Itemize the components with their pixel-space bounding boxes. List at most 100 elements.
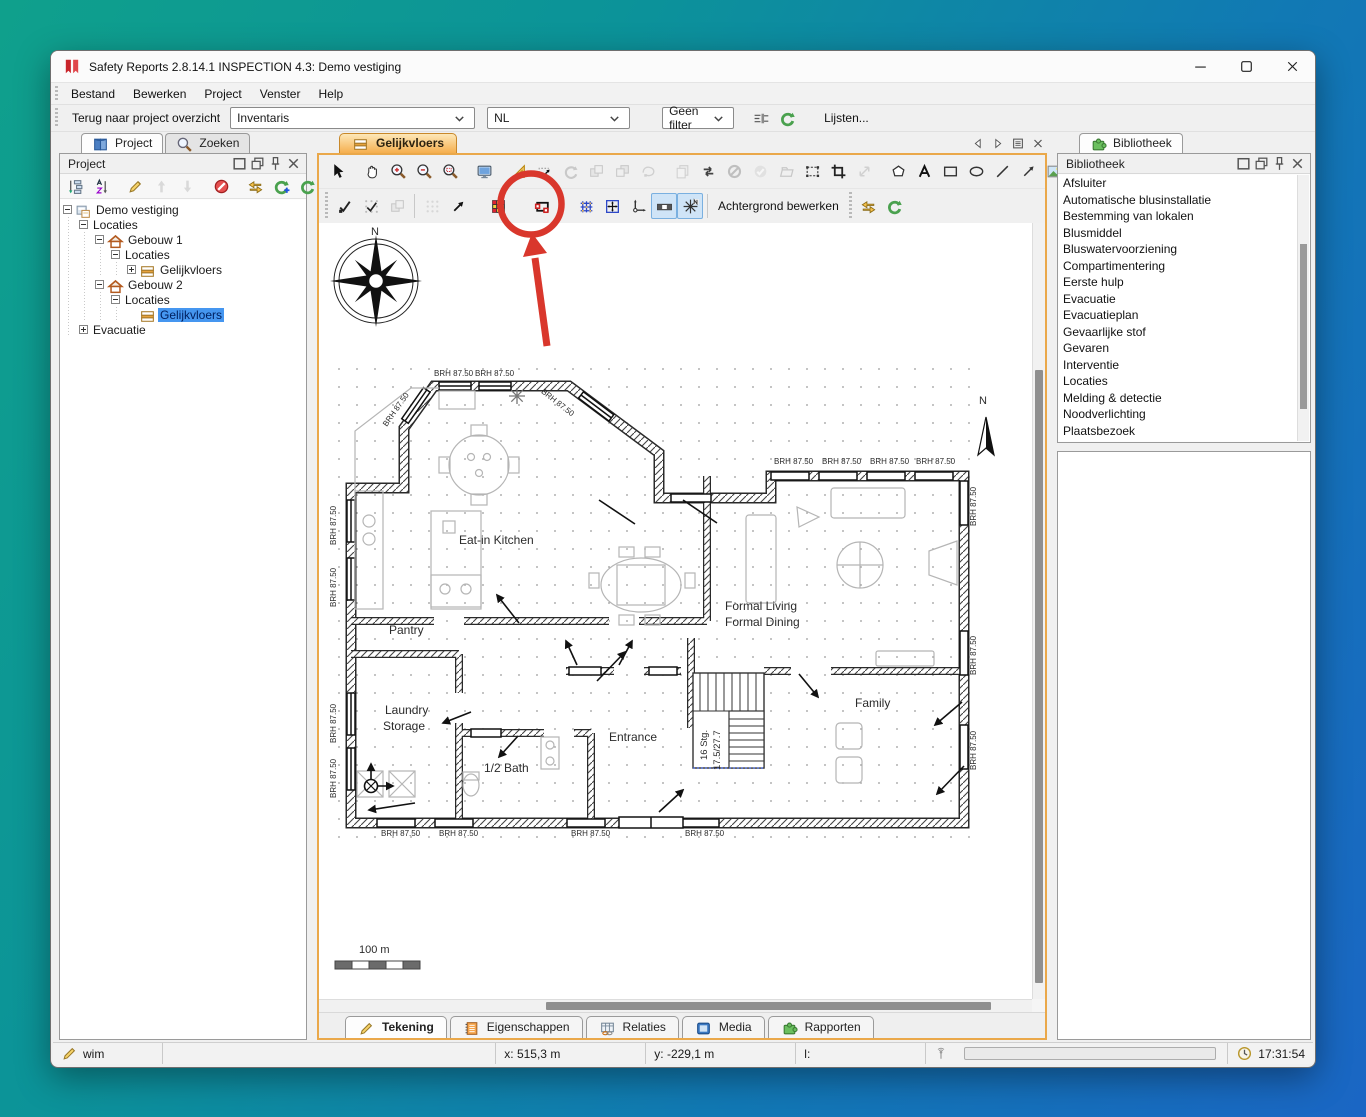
collapse-icon[interactable] bbox=[111, 295, 120, 304]
fit-frame-icon[interactable] bbox=[599, 193, 625, 219]
minimize-button[interactable] bbox=[1177, 51, 1223, 82]
tree-item-locaties[interactable]: Locaties bbox=[123, 248, 172, 262]
menu-bestand[interactable]: Bestand bbox=[62, 85, 124, 103]
library-item[interactable]: Gevaren bbox=[1059, 340, 1309, 357]
tree-row[interactable]: Gelijkvloers bbox=[60, 307, 306, 322]
library-item[interactable]: Afsluiter bbox=[1059, 175, 1309, 192]
tab-gelijkvloers[interactable]: Gelijkvloers bbox=[339, 133, 457, 153]
sort-alpha-icon[interactable] bbox=[88, 173, 114, 199]
filter-connector-icon[interactable] bbox=[748, 105, 774, 131]
draw-arrow-icon[interactable] bbox=[1015, 159, 1041, 185]
snap-check-icon[interactable] bbox=[332, 193, 358, 219]
tree-item-demo-vestiging[interactable]: Demo vestiging bbox=[94, 203, 181, 217]
library-item[interactable]: Eerste hulp bbox=[1059, 274, 1309, 291]
collapse-icon[interactable] bbox=[111, 250, 120, 259]
tree-item-locaties[interactable]: Locaties bbox=[123, 293, 172, 307]
zoom-area-icon[interactable] bbox=[437, 159, 463, 185]
expand-icon[interactable] bbox=[79, 325, 88, 334]
menu-bewerken[interactable]: Bewerken bbox=[124, 85, 195, 103]
tree-item-locaties[interactable]: Locaties bbox=[91, 218, 140, 232]
library-item[interactable]: Compartimentering bbox=[1059, 258, 1309, 275]
lists-button[interactable]: Lijsten... bbox=[814, 108, 879, 128]
refresh-plus-icon[interactable] bbox=[268, 173, 294, 199]
library-item[interactable]: Locaties bbox=[1059, 373, 1309, 390]
swap-arrows-icon[interactable] bbox=[242, 173, 268, 199]
set-square-icon[interactable] bbox=[505, 159, 531, 185]
sort-structure-icon[interactable] bbox=[62, 173, 88, 199]
collapse-icon[interactable] bbox=[79, 220, 88, 229]
block-icon[interactable] bbox=[208, 173, 234, 199]
tree-item-gelijkvloers[interactable]: Gelijkvloers bbox=[158, 263, 224, 277]
horizontal-scroll-thumb[interactable] bbox=[546, 1002, 991, 1010]
library-item[interactable]: Automatische blusinstallatie bbox=[1059, 192, 1309, 209]
panel-float-icon[interactable] bbox=[248, 156, 266, 172]
panel-pin-icon[interactable] bbox=[1270, 156, 1288, 172]
draw-ellipse-icon[interactable] bbox=[963, 159, 989, 185]
monitor-icon[interactable] bbox=[471, 159, 497, 185]
swap-arrows-icon[interactable] bbox=[856, 193, 882, 219]
move-points-icon[interactable] bbox=[531, 159, 557, 185]
refresh-icon[interactable] bbox=[774, 105, 800, 131]
language-select[interactable]: NL bbox=[487, 107, 630, 129]
refresh-icon[interactable] bbox=[882, 193, 908, 219]
hand-icon[interactable] bbox=[359, 159, 385, 185]
north-star-icon[interactable] bbox=[677, 193, 703, 219]
zoom-in-icon[interactable] bbox=[385, 159, 411, 185]
background-edit-button[interactable]: Achtergrond bewerken bbox=[712, 199, 845, 213]
rename-icon[interactable] bbox=[122, 173, 148, 199]
cursor-icon[interactable] bbox=[325, 159, 351, 185]
vertical-scroll-thumb[interactable] bbox=[1035, 370, 1043, 983]
loop-icon[interactable] bbox=[695, 159, 721, 185]
horizontal-scrollbar[interactable] bbox=[319, 999, 1032, 1012]
library-item[interactable]: Noodverlichting bbox=[1059, 406, 1309, 423]
tab-prev-icon[interactable] bbox=[971, 136, 985, 150]
panel-close-icon[interactable] bbox=[1288, 156, 1306, 172]
tree-item-evacuatie[interactable]: Evacuatie bbox=[91, 323, 148, 337]
back-to-project-button[interactable]: Terug naar project overzicht bbox=[62, 108, 230, 128]
tree-item-gelijkvloers[interactable]: Gelijkvloers bbox=[158, 308, 224, 322]
tab-rapporten[interactable]: Rapporten bbox=[768, 1016, 874, 1038]
tab-bibliotheek[interactable]: Bibliotheek bbox=[1079, 133, 1183, 153]
menu-help[interactable]: Help bbox=[309, 85, 352, 103]
menu-venster[interactable]: Venster bbox=[251, 85, 310, 103]
library-item[interactable]: Blusmiddel bbox=[1059, 225, 1309, 242]
library-item[interactable]: Melding & detectie bbox=[1059, 390, 1309, 407]
library-scrollbar[interactable] bbox=[1297, 175, 1309, 441]
crop-icon[interactable] bbox=[825, 159, 851, 185]
tab-next-icon[interactable] bbox=[991, 136, 1005, 150]
menu-project[interactable]: Project bbox=[195, 85, 250, 103]
draw-rect-icon[interactable] bbox=[937, 159, 963, 185]
tab-project[interactable]: Project bbox=[81, 133, 163, 153]
select-rect-icon[interactable] bbox=[799, 159, 825, 185]
tab-list-icon[interactable] bbox=[1011, 136, 1025, 150]
draw-poly-icon[interactable] bbox=[885, 159, 911, 185]
floorplan-canvas[interactable]: NBRH 87.50BRH 87.50BRH 87.50BRH 87.50BRH… bbox=[319, 223, 1032, 999]
axes-arrows-icon[interactable] bbox=[625, 193, 651, 219]
library-item[interactable]: Evacuatieplan bbox=[1059, 307, 1309, 324]
expand-icon[interactable] bbox=[127, 265, 136, 274]
tree-row[interactable]: Gebouw 1 bbox=[60, 232, 306, 247]
collapse-icon[interactable] bbox=[63, 205, 72, 214]
draw-text-icon[interactable] bbox=[911, 159, 937, 185]
library-item[interactable]: Plaatsbezoek bbox=[1059, 423, 1309, 440]
tree-item-gebouw-1[interactable]: Gebouw 1 bbox=[126, 233, 185, 247]
tree-row[interactable]: Gelijkvloers bbox=[60, 262, 306, 277]
panel-maximize-icon[interactable] bbox=[230, 156, 248, 172]
tab-zoeken[interactable]: Zoeken bbox=[165, 133, 250, 153]
tab-eigenschappen[interactable]: Eigenschappen bbox=[450, 1016, 583, 1038]
library-item[interactable]: Bestemming van lokalen bbox=[1059, 208, 1309, 225]
tab-close-icon[interactable] bbox=[1031, 136, 1045, 150]
panel-close-icon[interactable] bbox=[284, 156, 302, 172]
collapse-icon[interactable] bbox=[95, 235, 104, 244]
grid-red-icon[interactable] bbox=[485, 193, 511, 219]
vertical-scrollbar[interactable] bbox=[1032, 223, 1045, 999]
zoom-out-icon[interactable] bbox=[411, 159, 437, 185]
tab-tekening[interactable]: Tekening bbox=[345, 1016, 447, 1038]
tree-row[interactable]: Locaties bbox=[60, 217, 306, 232]
library-item[interactable]: Interventie bbox=[1059, 357, 1309, 374]
maximize-button[interactable] bbox=[1223, 51, 1269, 82]
filter-select[interactable]: Geen filter bbox=[662, 107, 734, 129]
panel-maximize-icon[interactable] bbox=[1234, 156, 1252, 172]
tab-media[interactable]: Media bbox=[682, 1016, 765, 1038]
close-button[interactable] bbox=[1269, 51, 1315, 82]
